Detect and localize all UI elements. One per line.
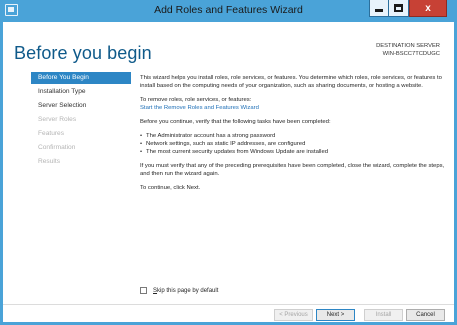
verify-text: Before you continue, verify that the fol…: [140, 119, 331, 125]
bullet-text: The most current security updates from W…: [146, 149, 329, 155]
main-content: This wizard helps you install roles, rol…: [140, 74, 450, 198]
list-item: • Network settings, such as static IP add…: [140, 141, 306, 147]
nav-step-features: Features: [38, 130, 65, 137]
page-title: Before you begin: [14, 43, 152, 63]
nav-step-installation-type[interactable]: Installation Type: [31, 86, 131, 98]
skip-page-option[interactable]: Skip this page by default: [140, 287, 218, 294]
intro-text: This wizard helps you install roles, rol…: [140, 75, 442, 89]
bullet-text: Network settings, such as static IP addr…: [146, 141, 306, 147]
footer-divider: [3, 304, 454, 305]
nav-step-before-you-begin[interactable]: Before You Begin: [31, 72, 131, 84]
nav-step-server-selection[interactable]: Server Selection: [31, 100, 131, 112]
destination-server-info: DESTINATION SERVER WIN-BSCC7TCDUGC: [376, 42, 440, 58]
nav-step-results: Results: [38, 158, 60, 165]
remove-section: To remove roles, role services, or featu…: [140, 96, 450, 112]
nav-step-server-roles: Server Roles: [38, 116, 77, 123]
prerequisite-list: • The Administrator account has a strong …: [140, 132, 450, 156]
maximize-icon: [394, 4, 403, 12]
prereq-text: If you must verify that any of the prece…: [140, 163, 445, 177]
title-bar[interactable]: Add Roles and Features Wizard x: [0, 0, 457, 22]
skip-page-label: Skip this page by default: [153, 288, 218, 294]
continue-text: To continue, click Next.: [140, 185, 201, 191]
next-button[interactable]: Next >: [316, 309, 355, 321]
nav-step-confirmation: Confirmation: [38, 144, 76, 151]
previous-button[interactable]: < Previous: [274, 309, 313, 321]
window-controls: x: [369, 0, 447, 17]
cancel-button[interactable]: Cancel: [406, 309, 445, 321]
wizard-steps-nav: Before You Begin Installation Type Serve…: [31, 72, 131, 170]
list-item: • The most current security updates from …: [140, 149, 329, 155]
list-item: • The Administrator account has a strong …: [140, 133, 276, 139]
wizard-footer: < Previous Next > Install Cancel: [274, 309, 445, 321]
minimize-button[interactable]: [369, 0, 389, 17]
destination-server-name: WIN-BSCC7TCDUGC: [382, 51, 440, 57]
destination-label: DESTINATION SERVER: [376, 43, 440, 49]
maximize-button[interactable]: [389, 0, 409, 17]
minimize-icon: [375, 9, 383, 12]
install-button[interactable]: Install: [364, 309, 403, 321]
remove-text: To remove roles, role services, or featu…: [140, 97, 252, 103]
skip-label-text: kip this page by default: [157, 287, 219, 294]
bullet-text: The Administrator account has a strong p…: [146, 133, 276, 139]
skip-page-checkbox[interactable]: [140, 287, 147, 294]
close-icon: x: [425, 2, 431, 14]
close-button[interactable]: x: [409, 0, 447, 17]
wizard-window: Add Roles and Features Wizard x Before y…: [0, 0, 457, 325]
remove-roles-link[interactable]: Start the Remove Roles and Features Wiza…: [140, 105, 259, 111]
